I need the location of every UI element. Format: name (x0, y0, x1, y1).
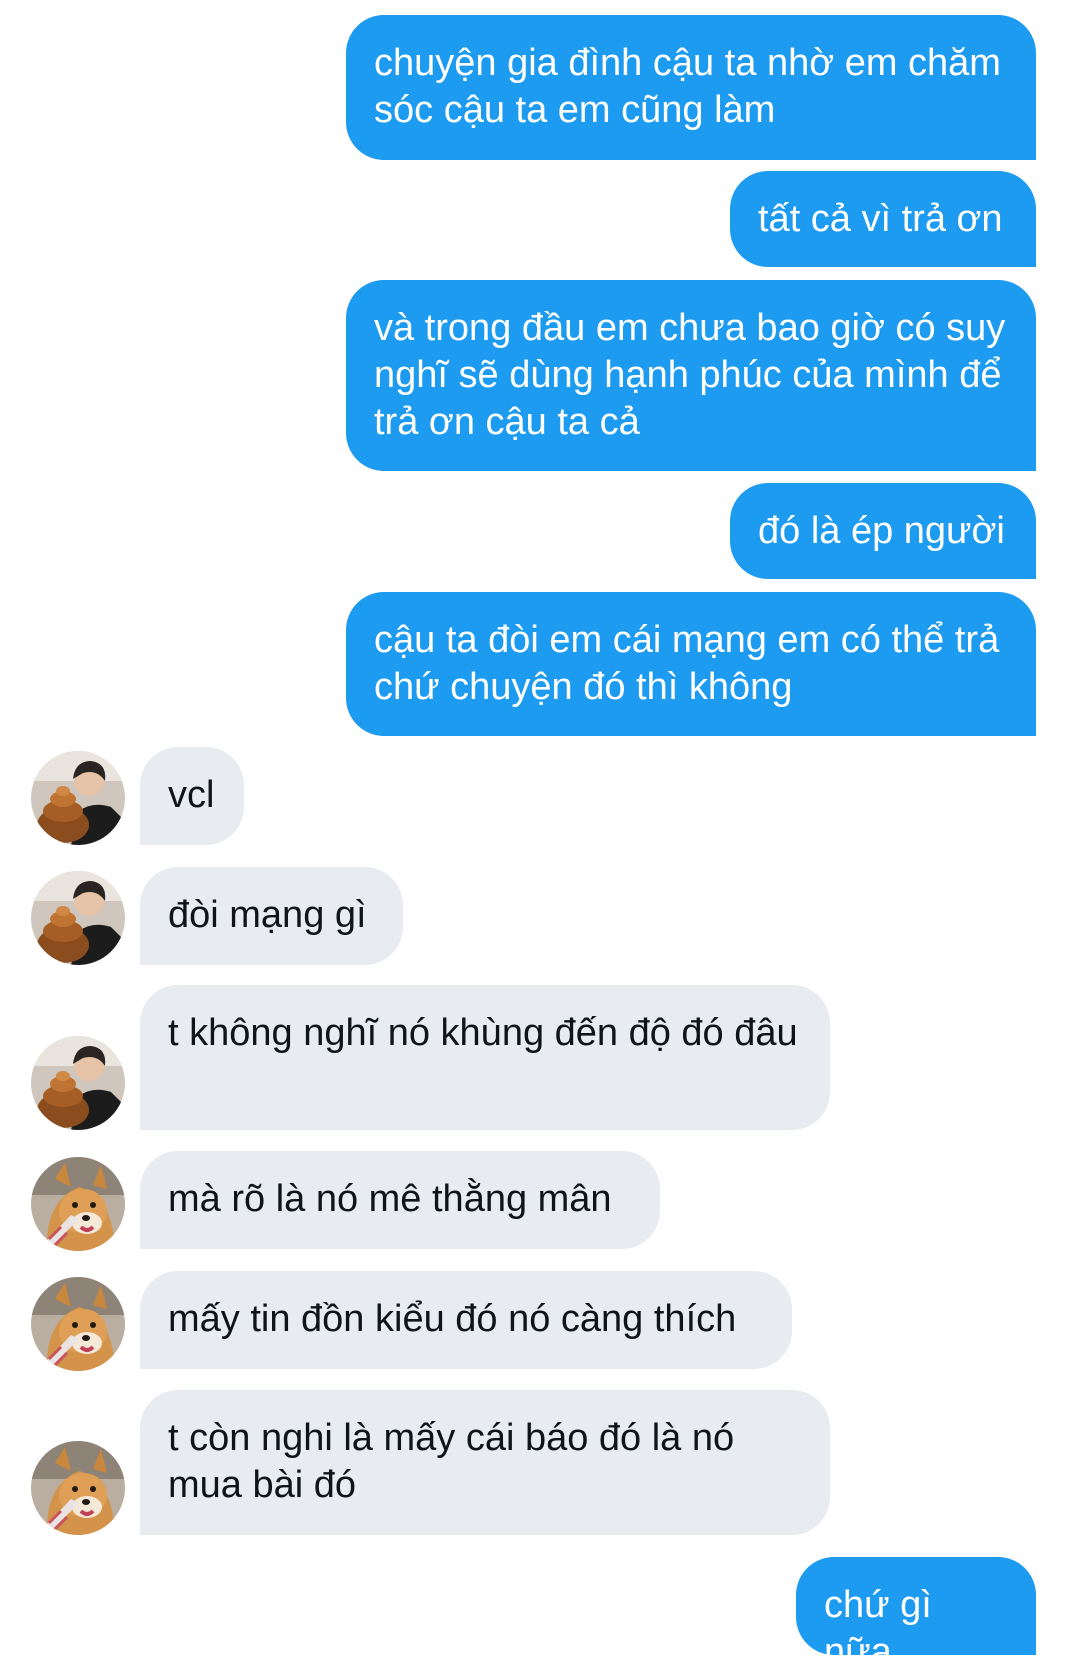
message-bubble[interactable]: tất cả vì trả ơn (730, 171, 1036, 267)
message-bubble[interactable]: mà rõ là nó mê thằng mân (140, 1151, 660, 1249)
message-bubble[interactable]: chuyện gia đình cậu ta nhờ em chăm sóc c… (346, 15, 1036, 160)
message-bubble[interactable]: cậu ta đòi em cái mạng em có thể trả chứ… (346, 592, 1036, 736)
message-bubble[interactable]: và trong đầu em chưa bao giờ có suy nghĩ… (346, 280, 1036, 471)
chat-thread: chuyện gia đình cậu ta nhờ em chăm sóc c… (0, 0, 1080, 1676)
shiba-dog-avatar[interactable] (31, 1441, 125, 1535)
message-bubble[interactable]: đòi mạng gì (140, 867, 403, 965)
shiba-dog-avatar[interactable] (31, 1277, 125, 1371)
message-bubble[interactable]: mấy tin đồn kiểu đó nó càng thích (140, 1271, 792, 1369)
shiba-dog-avatar[interactable] (31, 1157, 125, 1251)
person-photo-avatar[interactable] (31, 751, 125, 845)
message-bubble[interactable]: vcl (140, 747, 244, 845)
person-photo-avatar[interactable] (31, 871, 125, 965)
person-photo-avatar[interactable] (31, 1036, 125, 1130)
message-bubble[interactable]: đó là ép người (730, 483, 1036, 579)
message-bubble[interactable]: t còn nghi là mấy cái báo đó là nó mua b… (140, 1390, 830, 1535)
message-bubble[interactable]: chứ gì nữa (796, 1557, 1036, 1673)
message-bubble[interactable]: t không nghĩ nó khùng đến độ đó đâu (140, 985, 830, 1130)
